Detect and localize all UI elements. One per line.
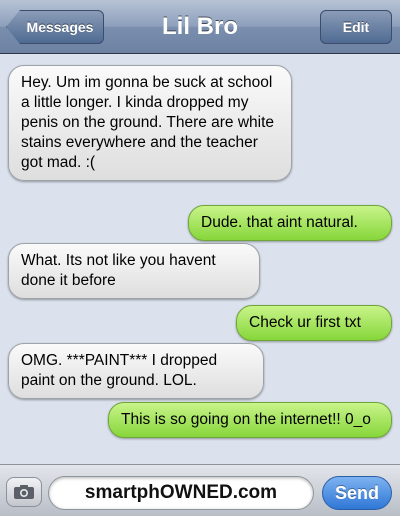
- camera-icon: [14, 485, 34, 499]
- message-thread: Hey. Um im gonna be suck at school a lit…: [0, 55, 400, 463]
- edit-button[interactable]: Edit: [320, 10, 392, 44]
- back-button[interactable]: Messages: [6, 10, 104, 44]
- message-bubble-outgoing: Dude. that aint natural.: [188, 205, 392, 241]
- send-button[interactable]: Send: [322, 476, 392, 510]
- camera-button[interactable]: [6, 477, 42, 507]
- message-input[interactable]: smartphOWNED.com: [48, 476, 314, 510]
- conversation-title: Lil Bro: [162, 13, 238, 40]
- message-bubble-outgoing: Check ur first txt: [236, 305, 392, 341]
- message-bubble-incoming: OMG. ***PAINT*** I dropped paint on the …: [8, 343, 264, 399]
- nav-bar: Messages Lil Bro Edit: [0, 0, 400, 54]
- message-bubble-incoming: What. Its not like you havent done it be…: [8, 243, 260, 299]
- message-bubble-outgoing: This is so going on the internet!! 0_o: [108, 402, 392, 438]
- message-bubble-incoming: Hey. Um im gonna be suck at school a lit…: [8, 65, 292, 181]
- compose-bar: smartphOWNED.com Send: [0, 464, 400, 516]
